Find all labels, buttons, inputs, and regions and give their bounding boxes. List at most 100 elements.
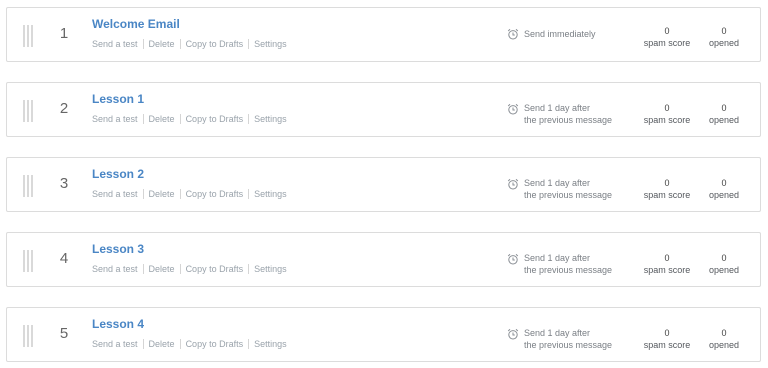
- divider: [179, 339, 181, 349]
- spam-score-stat: 0 spam score: [637, 177, 697, 201]
- alarm-clock-icon: [507, 103, 519, 115]
- settings-link[interactable]: Settings: [254, 189, 287, 199]
- schedule-line-2: the previous message: [524, 115, 613, 125]
- email-title-link[interactable]: Lesson 2: [92, 167, 144, 181]
- email-title-link[interactable]: Lesson 4: [92, 317, 144, 331]
- alarm-clock-icon: [507, 253, 519, 265]
- send-test-link[interactable]: Send a test: [92, 189, 138, 199]
- schedule-line-1: Send 1 day after: [524, 178, 591, 188]
- email-number: 1: [59, 25, 69, 42]
- settings-link[interactable]: Settings: [254, 39, 287, 49]
- spam-score-label: spam score: [643, 38, 691, 48]
- divider: [179, 114, 181, 124]
- opened-label: opened: [708, 340, 740, 350]
- delete-link[interactable]: Delete: [149, 339, 175, 349]
- divider: [142, 264, 144, 274]
- opened-value: 0: [721, 26, 727, 36]
- email-actions: Send a test Delete Copy to Drafts Settings: [92, 114, 287, 124]
- spam-score-stat: 0 spam score: [637, 25, 697, 49]
- email-number: 5: [59, 325, 69, 342]
- delete-link[interactable]: Delete: [149, 264, 175, 274]
- opened-value: 0: [721, 103, 727, 113]
- spam-score-value: 0: [664, 103, 670, 113]
- drag-handle-icon[interactable]: [23, 250, 33, 272]
- delete-link[interactable]: Delete: [149, 189, 175, 199]
- copy-to-drafts-link[interactable]: Copy to Drafts: [186, 264, 244, 274]
- divider: [142, 189, 144, 199]
- settings-link[interactable]: Settings: [254, 264, 287, 274]
- email-number: 3: [59, 175, 69, 192]
- schedule-line-1: Send 1 day after: [524, 328, 591, 338]
- email-card: 1 Welcome Email Send a test Delete Copy to…: [6, 7, 761, 62]
- divider: [179, 264, 181, 274]
- spam-score-label: spam score: [643, 265, 691, 275]
- email-card: 5 Lesson 4 Send a test Delete Copy to Draf…: [6, 307, 761, 362]
- opened-value: 0: [721, 253, 727, 263]
- email-card: 3 Lesson 2 Send a test Delete Copy to Draf…: [6, 157, 761, 212]
- opened-label: opened: [708, 190, 740, 200]
- delete-link[interactable]: Delete: [149, 114, 175, 124]
- schedule-text: Send 1 day after the previous message: [524, 177, 612, 201]
- divider: [142, 39, 144, 49]
- email-sequence-list: 1 Welcome Email Send a test Delete Copy to…: [0, 0, 768, 368]
- copy-to-drafts-link[interactable]: Copy to Drafts: [186, 339, 244, 349]
- spam-score-label: spam score: [643, 190, 691, 200]
- divider: [248, 39, 250, 49]
- settings-link[interactable]: Settings: [254, 339, 287, 349]
- copy-to-drafts-link[interactable]: Copy to Drafts: [186, 189, 244, 199]
- schedule-text: Send 1 day after the previous message: [524, 327, 612, 351]
- divider: [248, 114, 250, 124]
- send-test-link[interactable]: Send a test: [92, 339, 138, 349]
- send-test-link[interactable]: Send a test: [92, 264, 138, 274]
- alarm-clock-icon: [507, 328, 519, 340]
- schedule-line-2: the previous message: [524, 190, 613, 200]
- opened-stat: 0 opened: [694, 252, 754, 276]
- email-number: 2: [59, 100, 69, 117]
- divider: [179, 39, 181, 49]
- schedule-text: Send 1 day after the previous message: [524, 102, 612, 126]
- opened-label: opened: [708, 265, 740, 275]
- spam-score-label: spam score: [643, 115, 691, 125]
- spam-score-value: 0: [664, 253, 670, 263]
- email-card: 4 Lesson 3 Send a test Delete Copy to Draf…: [6, 232, 761, 287]
- drag-handle-icon[interactable]: [23, 325, 33, 347]
- opened-value: 0: [721, 178, 727, 188]
- copy-to-drafts-link[interactable]: Copy to Drafts: [186, 114, 244, 124]
- opened-label: opened: [708, 115, 740, 125]
- send-test-link[interactable]: Send a test: [92, 114, 138, 124]
- email-title-link[interactable]: Lesson 3: [92, 242, 144, 256]
- spam-score-stat: 0 spam score: [637, 327, 697, 351]
- opened-stat: 0 opened: [694, 327, 754, 351]
- opened-stat: 0 opened: [694, 177, 754, 201]
- email-title-link[interactable]: Lesson 1: [92, 92, 144, 106]
- spam-score-label: spam score: [643, 340, 691, 350]
- schedule-line-1: Send immediately: [524, 29, 596, 39]
- send-test-link[interactable]: Send a test: [92, 39, 138, 49]
- opened-stat: 0 opened: [694, 102, 754, 126]
- schedule-line-1: Send 1 day after: [524, 103, 591, 113]
- drag-handle-icon[interactable]: [23, 100, 33, 122]
- schedule-line-2: the previous message: [524, 340, 613, 350]
- opened-value: 0: [721, 328, 727, 338]
- email-actions: Send a test Delete Copy to Drafts Settings: [92, 39, 287, 49]
- spam-score-stat: 0 spam score: [637, 252, 697, 276]
- schedule-line-1: Send 1 day after: [524, 253, 591, 263]
- divider: [248, 189, 250, 199]
- drag-handle-icon[interactable]: [23, 175, 33, 197]
- spam-score-value: 0: [664, 328, 670, 338]
- email-title-link[interactable]: Welcome Email: [92, 17, 180, 31]
- opened-label: opened: [708, 38, 740, 48]
- email-card: 2 Lesson 1 Send a test Delete Copy to Draf…: [6, 82, 761, 137]
- drag-handle-icon[interactable]: [23, 25, 33, 47]
- alarm-clock-icon: [507, 28, 519, 40]
- spam-score-value: 0: [664, 178, 670, 188]
- spam-score-stat: 0 spam score: [637, 102, 697, 126]
- schedule-line-2: the previous message: [524, 265, 613, 275]
- email-actions: Send a test Delete Copy to Drafts Settings: [92, 189, 287, 199]
- email-number: 4: [59, 250, 69, 267]
- divider: [248, 339, 250, 349]
- schedule-text: Send 1 day after the previous message: [524, 252, 612, 276]
- delete-link[interactable]: Delete: [149, 39, 175, 49]
- copy-to-drafts-link[interactable]: Copy to Drafts: [186, 39, 244, 49]
- settings-link[interactable]: Settings: [254, 114, 287, 124]
